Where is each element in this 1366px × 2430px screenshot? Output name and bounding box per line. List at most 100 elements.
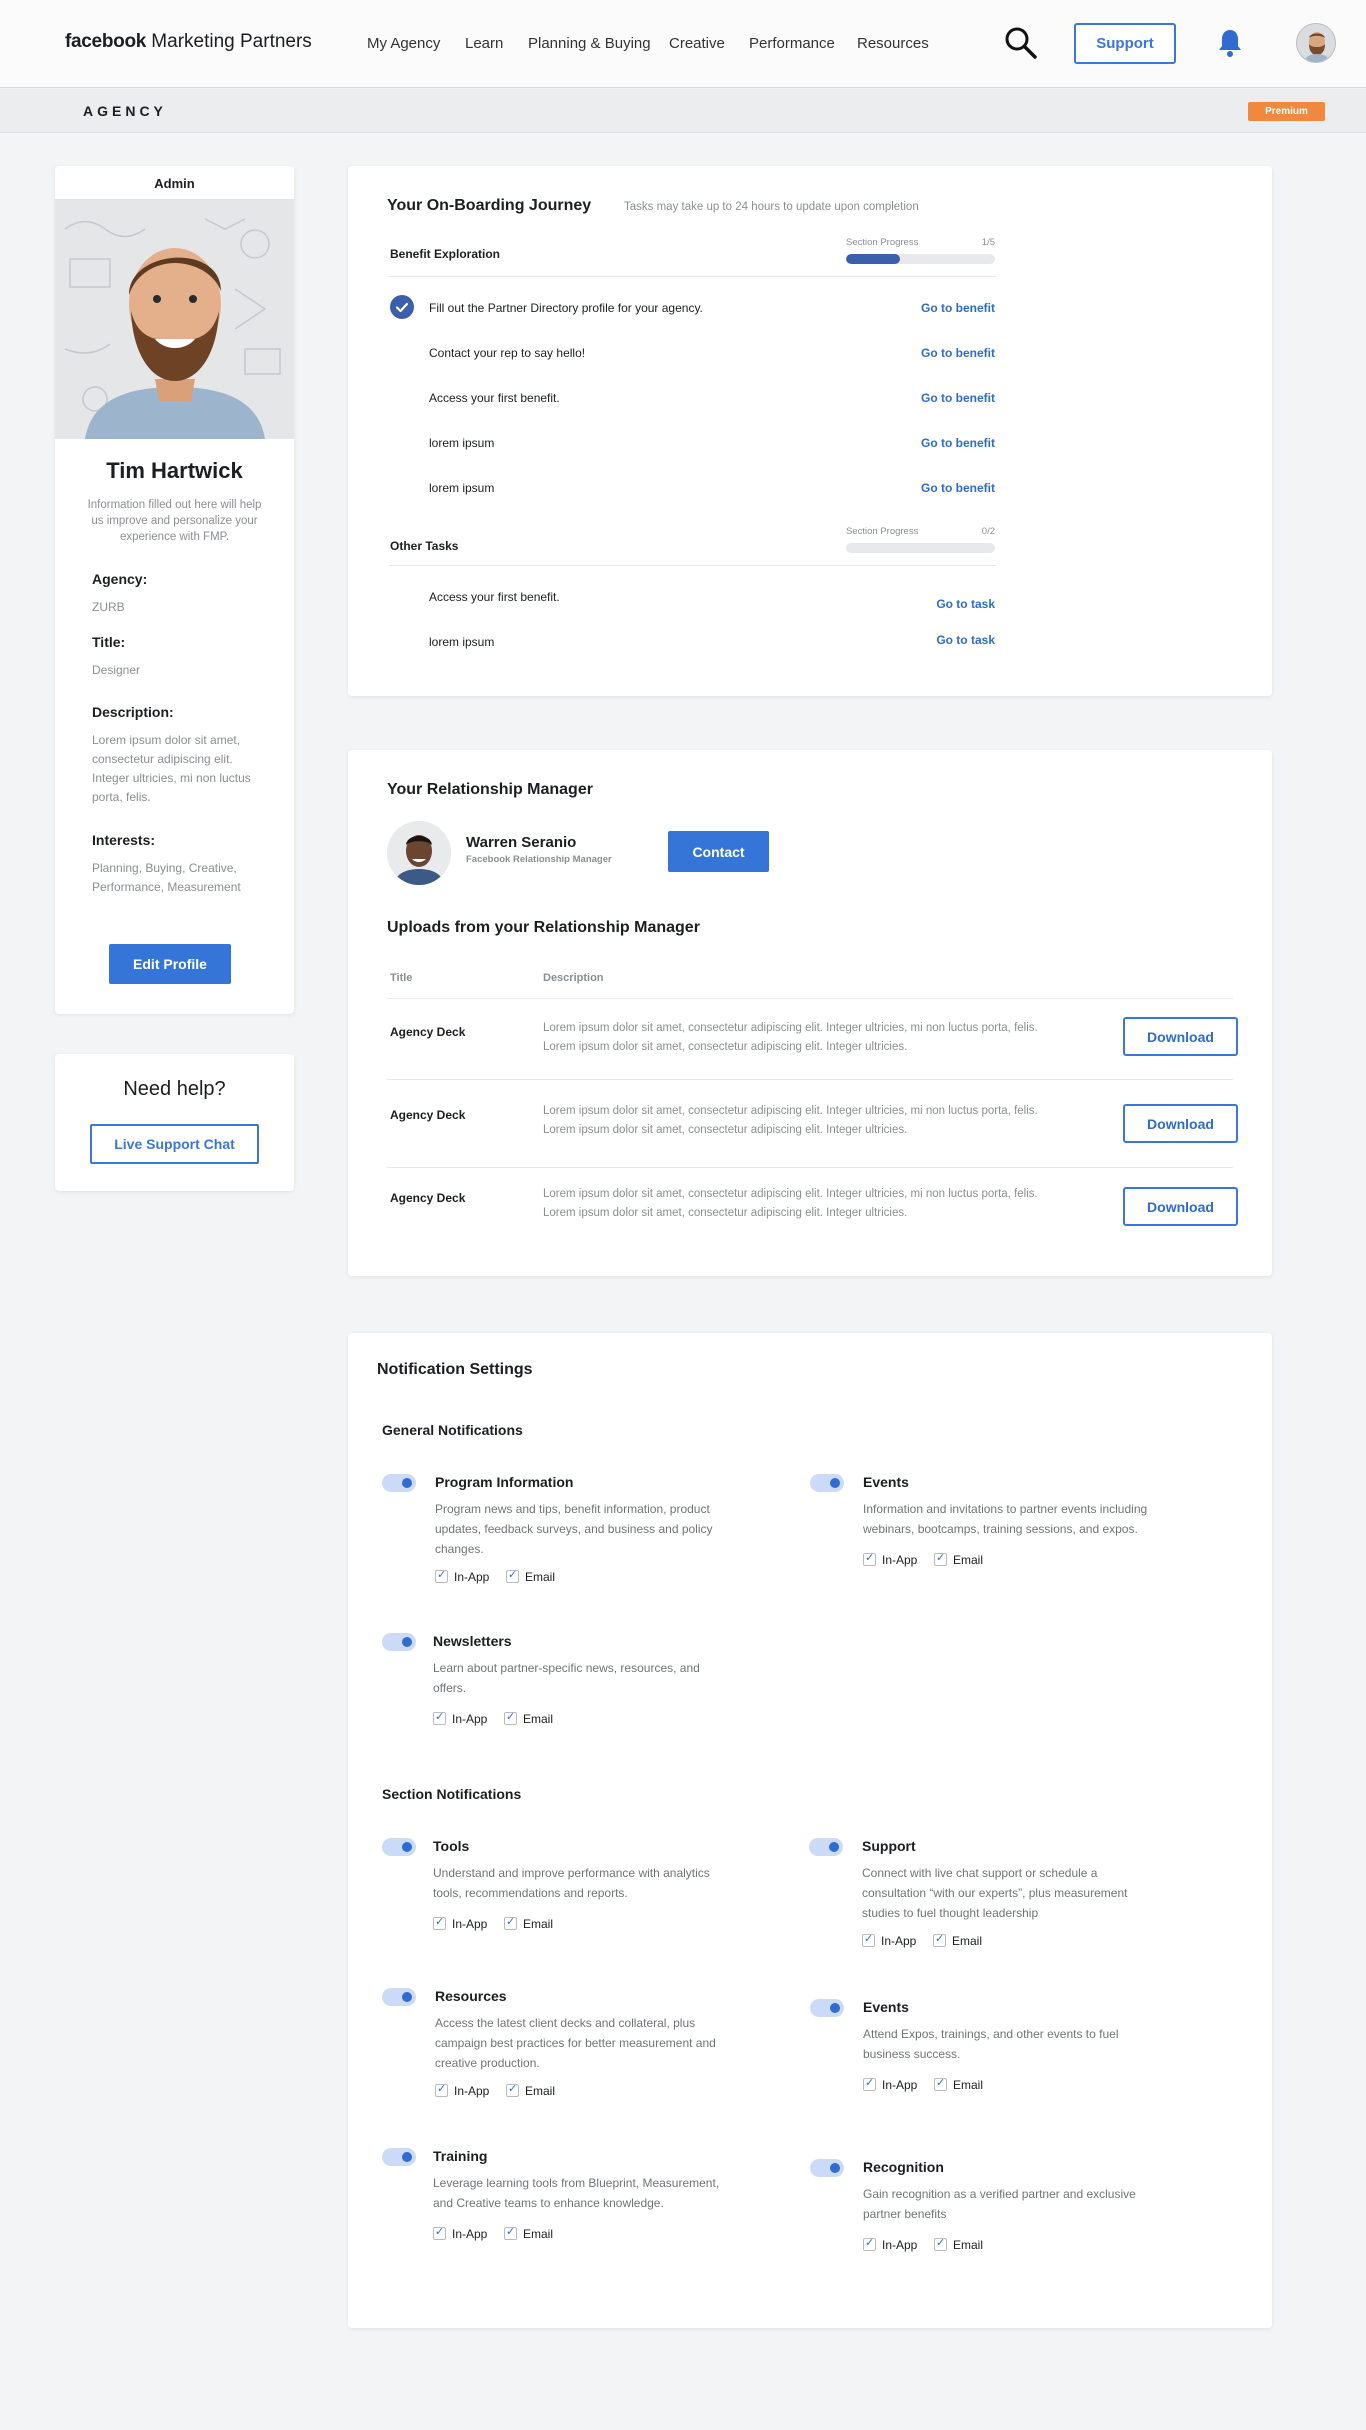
profile-name: Tim Hartwick — [106, 458, 243, 483]
in-app-checkbox[interactable] — [863, 2076, 876, 2091]
onboarding-subtitle: Tasks may take up to 24 hours to update … — [624, 201, 919, 213]
tools-toggle[interactable] — [382, 1838, 416, 1856]
column-header-description: Description — [543, 972, 604, 984]
email-checkbox[interactable] — [934, 1551, 947, 1566]
email-checkbox[interactable] — [504, 2225, 517, 2240]
newsletters-toggle[interactable] — [382, 1633, 416, 1651]
upload-description: Lorem ipsum dolor sit amet, consectetur … — [543, 1022, 1038, 1053]
download-button[interactable]: Download — [1123, 1187, 1238, 1226]
in-app-label: In-App — [882, 2238, 918, 2252]
live-support-chat-button[interactable]: Live Support Chat — [90, 1124, 259, 1164]
in-app-checkbox[interactable] — [433, 1915, 446, 1930]
support-button[interactable]: Support — [1074, 23, 1176, 64]
notification-description: Leverage learning tools from Blueprint, … — [433, 2176, 720, 2210]
email-label: Email — [953, 2078, 984, 2092]
upload-title: Agency Deck — [390, 1191, 466, 1205]
email-checkbox[interactable] — [506, 2082, 519, 2097]
interests-label: Interests: — [92, 832, 156, 848]
relationship-manager-card: Your Relationship Manager Warren Seranio… — [348, 750, 1272, 1276]
in-app-label: In-App — [454, 2084, 490, 2098]
notification-title: Support — [862, 1838, 916, 1854]
manager-avatar — [387, 821, 451, 885]
nav-learn[interactable]: Learn — [465, 35, 503, 52]
brand-name: Marketing Partners — [151, 31, 312, 52]
email-label: Email — [523, 1917, 554, 1931]
divider — [387, 1079, 1233, 1080]
help-card: Need help? Live Support Chat — [55, 1054, 294, 1191]
description-label: Description: — [92, 704, 174, 720]
search-icon[interactable] — [1004, 26, 1038, 60]
user-avatar[interactable] — [1296, 23, 1336, 63]
section-bar: AGENCY — [0, 89, 1366, 133]
notification-description: Connect with live chat support or schedu… — [862, 1866, 1128, 1920]
go-to-benefit-link[interactable]: Go to benefit — [868, 391, 995, 405]
notification-title: Resources — [435, 1988, 507, 2004]
bell-icon[interactable] — [1216, 28, 1244, 58]
training-toggle[interactable] — [382, 2148, 416, 2166]
in-app-label: In-App — [452, 1917, 488, 1931]
section-progress-bar — [846, 254, 995, 264]
program-information-toggle[interactable] — [382, 1474, 416, 1492]
go-to-benefit-link[interactable]: Go to benefit — [868, 301, 995, 315]
section-progress-count: 1/5 — [981, 237, 995, 248]
task-complete-icon — [390, 295, 414, 319]
go-to-task-link[interactable]: Go to task — [868, 633, 995, 647]
notification-description: Gain recognition as a verified partner a… — [863, 2187, 1136, 2221]
help-title: Need help? — [123, 1078, 226, 1100]
task-text: Contact your rep to say hello! — [429, 346, 586, 360]
events-toggle[interactable] — [810, 1999, 844, 2017]
email-checkbox[interactable] — [504, 1915, 517, 1930]
in-app-checkbox[interactable] — [435, 2082, 448, 2097]
go-to-benefit-link[interactable]: Go to benefit — [868, 481, 995, 495]
events-toggle[interactable] — [810, 1474, 844, 1492]
email-checkbox[interactable] — [506, 1568, 519, 1583]
in-app-label: In-App — [882, 1553, 918, 1567]
in-app-checkbox[interactable] — [435, 1568, 448, 1583]
support-toggle[interactable] — [809, 1838, 843, 1856]
download-button[interactable]: Download — [1123, 1104, 1238, 1143]
relationship-manager-title: Your Relationship Manager — [387, 781, 593, 798]
notification-title: Newsletters — [433, 1633, 512, 1649]
in-app-checkbox[interactable] — [433, 1710, 446, 1725]
nav-planning-buying[interactable]: Planning & Buying — [528, 35, 651, 52]
brand-logo[interactable]: facebook Marketing Partners — [65, 31, 312, 53]
go-to-task-link[interactable]: Go to task — [868, 597, 995, 611]
nav-resources[interactable]: Resources — [857, 35, 929, 52]
email-checkbox[interactable] — [934, 2076, 947, 2091]
resources-toggle[interactable] — [382, 1988, 416, 2006]
top-navigation: facebook Marketing Partners My Agency Le… — [0, 0, 1366, 88]
uploads-title: Uploads from your Relationship Manager — [387, 919, 700, 936]
brand-wordmark: facebook — [65, 31, 147, 52]
notification-title: Events — [863, 1474, 909, 1490]
contact-button[interactable]: Contact — [668, 831, 769, 872]
manager-name: Warren Seranio — [466, 834, 577, 851]
go-to-benefit-link[interactable]: Go to benefit — [868, 346, 995, 360]
upload-title: Agency Deck — [390, 1108, 466, 1122]
nav-performance[interactable]: Performance — [749, 35, 835, 52]
edit-profile-button[interactable]: Edit Profile — [109, 944, 231, 984]
email-label: Email — [953, 1553, 984, 1567]
nav-creative[interactable]: Creative — [669, 35, 725, 52]
task-text: lorem ipsum — [429, 481, 495, 495]
go-to-benefit-link[interactable]: Go to benefit — [868, 436, 995, 450]
in-app-checkbox[interactable] — [863, 1551, 876, 1566]
notification-description: Information and invitations to partner e… — [863, 1502, 1148, 1536]
email-checkbox[interactable] — [504, 1710, 517, 1725]
notification-title: Events — [863, 1999, 909, 2015]
email-checkbox[interactable] — [934, 2236, 947, 2251]
onboarding-title: Your On-Boarding Journey — [387, 197, 592, 214]
recognition-toggle[interactable] — [810, 2159, 844, 2177]
manager-role: Facebook Relationship Manager — [466, 854, 612, 865]
email-checkbox[interactable] — [933, 1932, 946, 1947]
in-app-checkbox[interactable] — [862, 1932, 875, 1947]
email-label: Email — [523, 1712, 554, 1726]
task-text: Access your first benefit. — [429, 391, 560, 405]
in-app-checkbox[interactable] — [863, 2236, 876, 2251]
column-header-title: Title — [390, 972, 413, 984]
divider — [387, 998, 1233, 999]
section-progress-bar — [846, 543, 995, 553]
nav-my-agency[interactable]: My Agency — [367, 35, 440, 52]
in-app-checkbox[interactable] — [433, 2225, 446, 2240]
download-button[interactable]: Download — [1123, 1017, 1238, 1056]
email-label: Email — [952, 1934, 983, 1948]
